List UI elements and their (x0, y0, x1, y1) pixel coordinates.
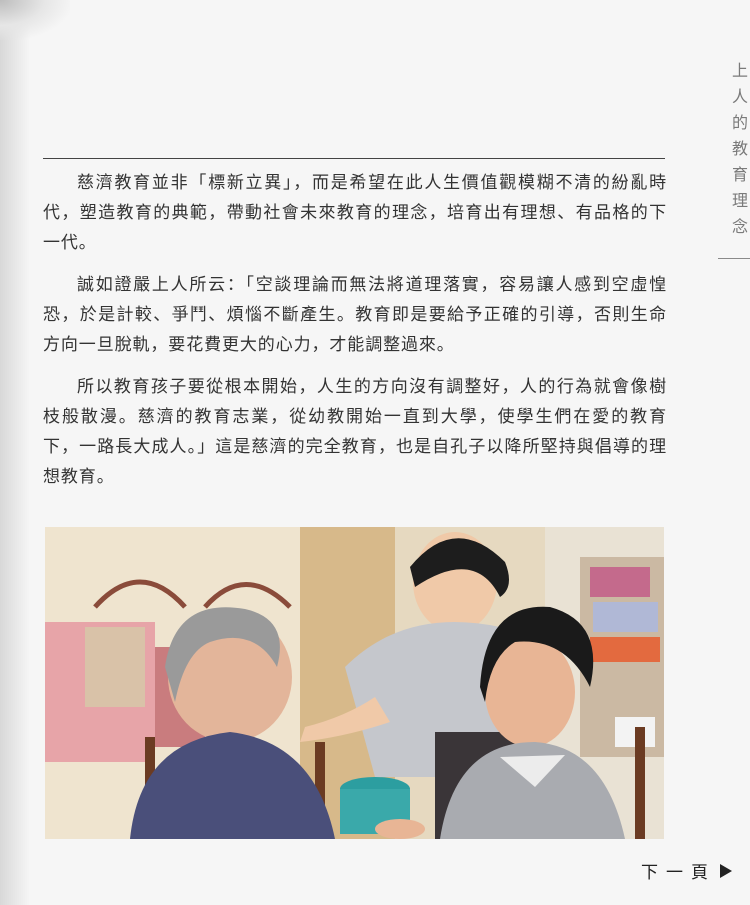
article-top-divider (43, 158, 665, 159)
next-page-label: 下一頁 (641, 863, 716, 883)
page-curl (0, 0, 70, 40)
next-page-button[interactable]: 下一頁 (641, 858, 732, 883)
play-arrow-icon (720, 863, 732, 878)
page-binding-shadow (0, 0, 30, 905)
article-body: 慈濟教育並非「標新立異」，而是希望在此人生價值觀模糊不清的紛亂時代，塑造教育的典… (43, 168, 667, 504)
article-photo (45, 527, 664, 839)
paragraph-2: 誠如證嚴上人所云：「空談理論而無法將道理落實，容易讓人感到空虛惶恐，於是計較、爭… (43, 275, 667, 355)
section-title-vertical: 上人的教育理念 (729, 62, 748, 244)
paragraph-1: 慈濟教育並非「標新立異」，而是希望在此人生價值觀模糊不清的紛亂時代，塑造教育的典… (43, 173, 667, 253)
section-title-divider (718, 258, 750, 259)
paragraph-3: 所以教育孩子要從根本開始，人生的方向沒有調整好，人的行為就會像樹枝般散漫。慈濟的… (43, 377, 667, 487)
